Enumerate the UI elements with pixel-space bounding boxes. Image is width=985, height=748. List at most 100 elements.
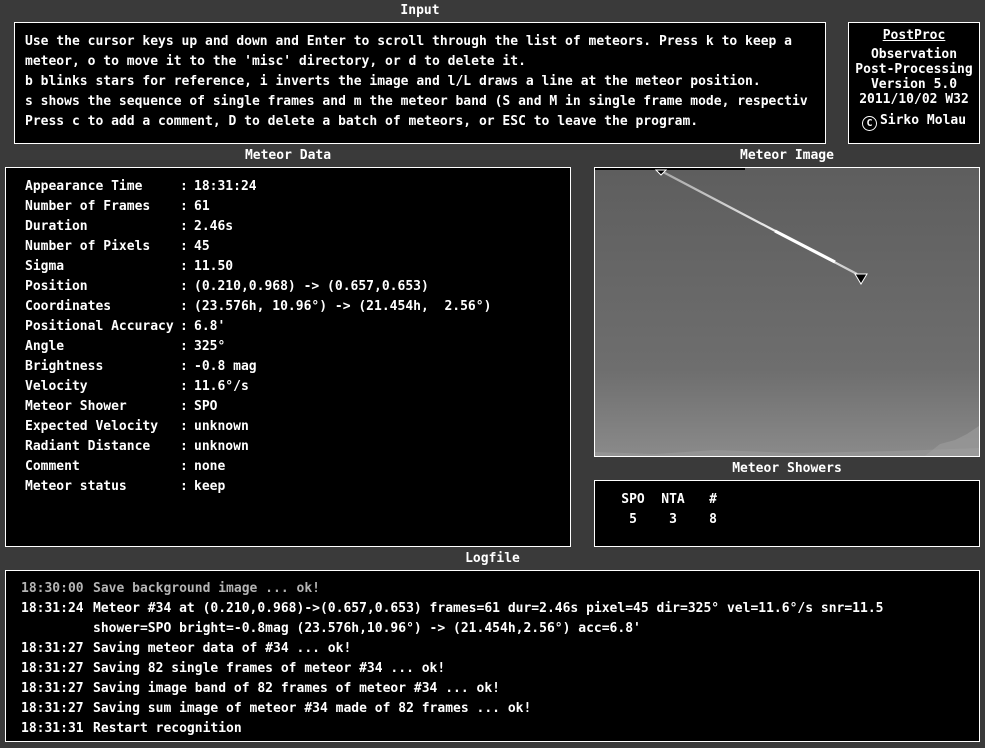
log-timestamp: 18:31:27 — [21, 641, 84, 656]
shower-column-nta: NTA 3 — [653, 490, 693, 530]
sky-background — [595, 168, 979, 456]
meteor-data-label: Position — [25, 279, 88, 294]
program-info-panel: PostProc Observation Post-Processing Ver… — [848, 22, 980, 144]
meteor-data-row: Comment: none — [25, 457, 570, 477]
meteor-data-separator: : — [180, 339, 188, 354]
shower-header: SPO — [621, 492, 645, 507]
log-entry: shower=SPO bright=-0.8mag (23.576h,10.96… — [21, 619, 979, 639]
program-name-line: Observation — [870, 47, 958, 62]
meteor-data-separator: : — [180, 359, 188, 374]
meteor-data-separator: : — [180, 279, 188, 294]
meteor-image — [595, 168, 979, 456]
meteor-showers-title: Meteor Showers — [732, 461, 842, 476]
log-message: Save background image ... ok! — [93, 581, 320, 596]
meteor-showers-panel: SPO 5 NTA 3 # 8 — [594, 480, 980, 547]
meteor-data-value: -0.8 mag — [194, 359, 257, 374]
meteor-data-label: Meteor Shower — [25, 399, 127, 414]
meteor-data-label: Positional Accuracy — [25, 319, 174, 334]
meteor-data-row: Meteor Shower: SPO — [25, 397, 570, 417]
meteor-data-row: Meteor status: keep — [25, 477, 570, 497]
meteor-data-row: Velocity:11.6°/s — [25, 377, 570, 397]
meteor-data-value: 18:31:24 — [194, 179, 257, 194]
meteor-data-label: Velocity — [25, 379, 88, 394]
meteor-data-value: unknown — [194, 439, 249, 454]
meteor-data-value: unknown — [194, 419, 249, 434]
instruction-line: Use the cursor keys up and down and Ente… — [25, 34, 793, 49]
log-timestamp: 18:31:27 — [21, 681, 84, 696]
shower-count: 8 — [709, 512, 717, 527]
meteor-data-label: Comment — [25, 459, 80, 474]
meteor-data-row: Appearance Time:18:31:24 — [25, 177, 570, 197]
meteor-data-value: (23.576h, 10.96°) -> (21.454h, 2.56°) — [194, 299, 492, 314]
meteor-data-label: Coordinates — [25, 299, 112, 314]
log-entry: 18:31:27 Saving meteor data of #34 ... ok… — [21, 639, 979, 659]
log-timestamp: 18:31:27 — [21, 701, 84, 716]
meteor-data-panel: Appearance Time:18:31:24 Number of Frames… — [5, 167, 571, 547]
meteor-data-label: Sigma — [25, 259, 65, 274]
meteor-data-row: Position: (0.210,0.968) -> (0.657,0.653) — [25, 277, 570, 297]
meteor-data-separator: : — [180, 319, 188, 334]
meteor-data-row: Coordinates: (23.576h, 10.96°) -> (21.454… — [25, 297, 570, 317]
shower-header: # — [709, 492, 717, 507]
meteor-data-separator: : — [180, 179, 188, 194]
meteor-data-value: (0.210,0.968) -> (0.657,0.653) — [194, 279, 429, 294]
logfile-title: Logfile — [465, 551, 520, 566]
meteor-data-separator: : — [180, 399, 188, 414]
copyright-author: Sirko Molau — [879, 113, 967, 128]
logfile-panel: 18:30:00 Save background image ... ok! 18:… — [5, 570, 980, 742]
meteor-data-row: Duration:2.46s — [25, 217, 570, 237]
log-message: Saving sum image of meteor #34 made of 8… — [93, 701, 532, 716]
meteor-data-row: Positional Accuracy:6.8' — [25, 317, 570, 337]
log-entry: 18:31:27 Saving 82 single frames of meteo… — [21, 659, 979, 679]
meteor-data-separator: : — [180, 299, 188, 314]
shower-count: 3 — [669, 512, 677, 527]
log-message: Saving 82 single frames of meteor #34 ..… — [93, 661, 446, 676]
instruction-line: b blinks stars for reference, i inverts … — [25, 74, 761, 89]
log-timestamp: 18:31:27 — [21, 661, 84, 676]
meteor-data-row: Brightness: -0.8 mag — [25, 357, 570, 377]
meteor-data-separator: : — [180, 219, 188, 234]
meteor-data-row: Sigma:11.50 — [25, 257, 570, 277]
log-message: Restart recognition — [93, 721, 242, 736]
meteor-data-title: Meteor Data — [244, 148, 332, 163]
copyright: C Sirko Molau — [849, 113, 979, 131]
meteor-data-label: Appearance Time — [25, 179, 143, 194]
meteor-data-separator: : — [180, 479, 188, 494]
log-timestamp: 18:30:00 — [21, 581, 84, 596]
meteor-data-separator: : — [180, 459, 188, 474]
log-entry: 18:31:27 Saving sum image of meteor #34 m… — [21, 699, 979, 719]
meteor-data-value: 325° — [194, 339, 226, 354]
meteor-data-value: 6.8' — [194, 319, 226, 334]
log-timestamp: 18:31:31 — [21, 721, 84, 736]
meteor-data-value: keep — [194, 479, 226, 494]
meteor-data-separator: : — [180, 239, 188, 254]
meteor-data-label: Angle — [25, 339, 65, 354]
shower-column-total: # 8 — [693, 490, 733, 530]
postproc-link[interactable]: PostProc — [849, 28, 979, 43]
version-date: 2011/10/02 W32 — [859, 92, 969, 107]
meteor-data-value: 11.50 — [194, 259, 234, 274]
meteor-data-label: Radiant Distance — [25, 439, 151, 454]
log-entry: 18:30:00 Save background image ... ok! — [21, 579, 979, 599]
meteor-data-label: Meteor status — [25, 479, 127, 494]
meteor-data-row: Number of Pixels:45 — [25, 237, 570, 257]
meteor-data-value: 61 — [194, 199, 210, 214]
meteor-data-label: Number of Frames — [25, 199, 151, 214]
meteor-data-row: Number of Frames:61 — [25, 197, 570, 217]
meteor-data-label: Expected Velocity — [25, 419, 159, 434]
log-entry: 18:31:27 Saving image band of 82 frames o… — [21, 679, 979, 699]
meteor-data-row: Expected Velocity: unknown — [25, 417, 570, 437]
shower-count: 5 — [629, 512, 637, 527]
meteor-data-separator: : — [180, 259, 188, 274]
shower-header: NTA — [661, 492, 685, 507]
instruction-line: s shows the sequence of single frames an… — [25, 94, 808, 109]
log-entry: 18:31:31 Restart recognition — [21, 719, 979, 739]
instruction-line: meteor, o to move it to the 'misc' direc… — [25, 54, 526, 69]
image-edge — [595, 168, 745, 170]
meteor-data-label: Brightness — [25, 359, 104, 374]
log-entry: 18:31:24 Meteor #34 at (0.210,0.968)->(0.… — [21, 599, 979, 619]
meteor-data-label: Duration — [25, 219, 88, 234]
input-title: Input — [400, 3, 440, 18]
program-name-line: Post-Processing — [855, 62, 973, 77]
meteor-data-row: Radiant Distance: unknown — [25, 437, 570, 457]
